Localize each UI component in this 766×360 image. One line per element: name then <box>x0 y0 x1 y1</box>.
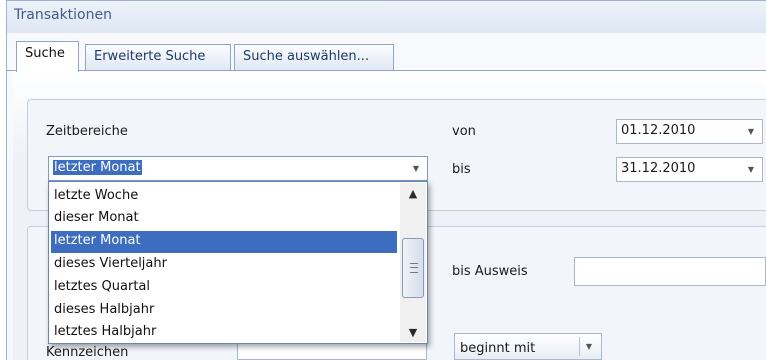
tab-strip: Suche Erweiterte Suche Suche auswählen..… <box>6 40 766 72</box>
bis-ausweis-label: bis Ausweis <box>452 264 528 279</box>
list-item-selected[interactable]: letzter Monat <box>51 231 397 253</box>
chevron-down-icon[interactable]: ▼ <box>745 158 757 181</box>
grip-icon <box>410 263 418 273</box>
bis-date-picker[interactable]: 31.12.2010 ▼ <box>616 157 763 182</box>
bis-label: bis <box>452 162 471 177</box>
zeitbereiche-combobox[interactable]: letzter Monat ▼ <box>48 156 428 181</box>
von-date-value: 01.12.2010 <box>621 123 696 138</box>
list-item[interactable]: dieses Halbjahr <box>51 300 397 322</box>
list-item[interactable]: letzte Woche <box>51 186 397 208</box>
bis-date-value: 31.12.2010 <box>621 161 696 176</box>
zeitbereiche-value: letzter Monat <box>53 160 142 175</box>
list-item[interactable]: dieser Monat <box>51 208 397 230</box>
window-titlebar: Transaktionen <box>6 0 766 33</box>
chevron-down-icon[interactable]: ▼ <box>410 157 422 180</box>
chevron-down-icon[interactable]: ▼ <box>581 334 597 359</box>
kennzeichen-label: Kennzeichen <box>46 345 129 360</box>
bis-ausweis-input[interactable] <box>574 257 766 286</box>
zeitbereiche-selected-text: letzter Monat <box>53 160 142 175</box>
scroll-down-icon[interactable]: ▼ <box>400 322 426 342</box>
match-mode-value: beginnt mit <box>460 341 536 356</box>
list-item[interactable]: letztes Halbjahr <box>51 322 397 344</box>
scroll-up-icon[interactable]: ▲ <box>400 183 426 203</box>
tab-suche-auswaehlen[interactable]: Suche auswählen... <box>234 44 394 71</box>
tab-suche[interactable]: Suche <box>16 41 79 72</box>
match-mode-dropdown[interactable]: beginnt mit ▼ <box>454 333 602 360</box>
window-title: Transaktionen <box>14 7 112 23</box>
zeitbereiche-dropdown-list: letzte Woche dieser Monat letzter Monat … <box>48 181 428 344</box>
tab-divider <box>6 70 766 71</box>
dropdown-scrollbar[interactable]: ▲ ▼ <box>400 183 426 342</box>
scrollbar-thumb[interactable] <box>402 238 424 298</box>
list-item[interactable]: letztes Quartal <box>51 277 397 299</box>
chevron-down-icon[interactable]: ▼ <box>745 120 757 143</box>
list-item[interactable]: dieses Vierteljahr <box>51 254 397 276</box>
von-date-picker[interactable]: 01.12.2010 ▼ <box>616 119 763 144</box>
tab-erweiterte-suche[interactable]: Erweiterte Suche <box>85 44 231 71</box>
von-label: von <box>452 124 476 139</box>
zeitbereiche-label: Zeitbereiche <box>46 124 128 139</box>
dropdown-separator <box>579 337 580 356</box>
